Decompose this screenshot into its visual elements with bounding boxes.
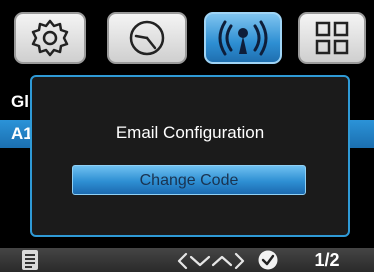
dialog-title: Email Configuration (115, 123, 265, 142)
email-configuration-dialog: Email Configuration Change Code (30, 75, 350, 237)
left-arrow-icon[interactable] (177, 252, 188, 270)
tab-settings[interactable] (14, 12, 86, 64)
wireless-icon (218, 20, 268, 56)
navigation-arrows (177, 252, 245, 270)
up-arrow-icon[interactable] (211, 255, 233, 267)
check-icon[interactable] (258, 250, 278, 270)
tab-wireless[interactable] (204, 12, 282, 64)
gear-icon (31, 19, 69, 57)
device-screen: Gl A1 Email Configuration Change Code 1/… (0, 0, 374, 272)
bottom-status-bar: 1/2 (0, 248, 374, 272)
change-code-button[interactable]: Change Code (72, 165, 306, 195)
tab-grid[interactable] (298, 12, 366, 64)
document-icon[interactable] (22, 250, 38, 270)
down-arrow-icon[interactable] (189, 255, 211, 267)
page-indicator: 1/2 (314, 250, 340, 270)
grid-icon (315, 21, 349, 55)
clock-icon (129, 20, 165, 56)
menu-row-label: Gl (11, 92, 29, 111)
right-arrow-icon[interactable] (234, 252, 245, 270)
tab-clock[interactable] (107, 12, 187, 64)
